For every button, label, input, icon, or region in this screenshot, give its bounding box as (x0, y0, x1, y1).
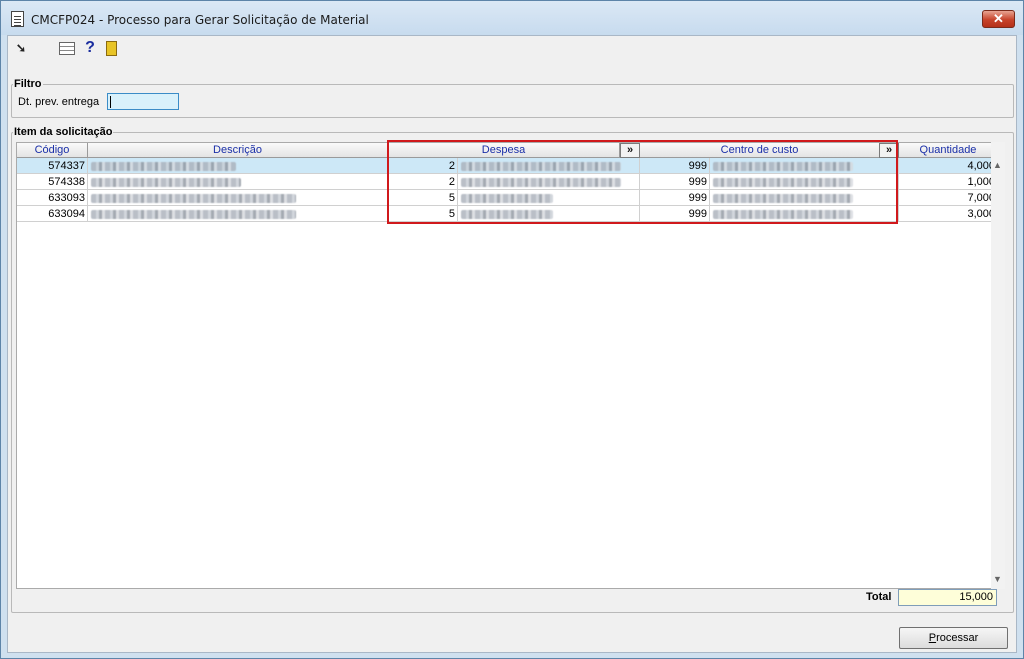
help-icon[interactable]: ? (82, 40, 98, 56)
table-row[interactable]: 633094 5 999 3,000 (17, 206, 998, 222)
cell-codigo: 574337 (17, 158, 88, 174)
text-caret (110, 96, 111, 108)
processar-accelerator: P (928, 632, 937, 644)
exit-icon[interactable] (106, 41, 117, 56)
table-row[interactable]: 574338 2 999 1,000 (17, 174, 998, 190)
client-area: ➘ ? Filtro Dt. prev. entrega Item da sol… (7, 35, 1017, 653)
cell-quantidade: 7,000 (899, 190, 998, 206)
toolbar: ➘ ? (8, 36, 1016, 62)
cell-quantidade: 4,000 (899, 158, 998, 174)
app-window: CMCFP024 - Processo para Gerar Solicitaç… (0, 0, 1024, 659)
cell-centro-code: 999 (640, 190, 710, 206)
cell-codigo: 574338 (17, 174, 88, 190)
processar-label: rocessar (936, 632, 979, 644)
close-button[interactable]: ✕ (982, 10, 1015, 28)
cell-quantidade: 1,000 (899, 174, 998, 190)
cell-despesa-code: 2 (388, 158, 458, 174)
cell-descricao (88, 190, 388, 206)
cell-centro-code: 999 (640, 158, 710, 174)
filtro-legend: Filtro (14, 78, 42, 90)
col-header-despesa[interactable]: Despesa (388, 143, 620, 158)
document-icon (11, 11, 24, 27)
table-row[interactable]: 574337 2 999 4,000 (17, 158, 998, 174)
centro-expand-button[interactable]: » (879, 143, 899, 158)
item-solicitacao-legend: Item da solicitação (14, 126, 113, 138)
scroll-down-icon[interactable]: ▼ (993, 574, 1002, 584)
scroll-up-icon[interactable]: ▲ (993, 160, 1002, 170)
cell-descricao (88, 158, 388, 174)
table-row[interactable]: 633093 5 999 7,000 (17, 190, 998, 206)
cell-centro-desc (710, 190, 899, 206)
cell-centro-desc (710, 206, 899, 222)
cell-despesa-desc (458, 190, 640, 206)
cell-quantidade: 3,000 (899, 206, 998, 222)
cell-despesa-desc (458, 158, 640, 174)
cell-centro-code: 999 (640, 174, 710, 190)
cell-descricao (88, 174, 388, 190)
dt-prev-entrega-input[interactable] (107, 93, 179, 110)
cell-despesa-code: 5 (388, 206, 458, 222)
window-title: CMCFP024 - Processo para Gerar Solicitaç… (31, 13, 369, 27)
grid-icon[interactable] (59, 42, 75, 55)
despesa-expand-button[interactable]: » (620, 143, 640, 158)
cell-centro-code: 999 (640, 206, 710, 222)
cell-codigo: 633093 (17, 190, 88, 206)
col-header-descricao[interactable]: Descrição (88, 143, 388, 158)
cell-codigo: 633094 (17, 206, 88, 222)
col-header-codigo[interactable]: Código (17, 143, 88, 158)
title-bar[interactable]: CMCFP024 - Processo para Gerar Solicitaç… (1, 1, 1023, 35)
total-label: Total (866, 591, 892, 603)
cell-centro-desc (710, 174, 899, 190)
items-grid[interactable]: Código Descrição Despesa » Centro de cus… (16, 142, 999, 589)
cell-centro-desc (710, 158, 899, 174)
col-header-quantidade[interactable]: Quantidade (899, 143, 998, 158)
cell-despesa-code: 2 (388, 174, 458, 190)
cell-descricao (88, 206, 388, 222)
col-header-centro-custo[interactable]: Centro de custo (640, 143, 880, 158)
cell-despesa-code: 5 (388, 190, 458, 206)
processar-button[interactable]: Processar (899, 627, 1008, 649)
dt-prev-entrega-label: Dt. prev. entrega (18, 96, 100, 108)
total-value: 15,000 (898, 589, 997, 606)
cell-despesa-desc (458, 174, 640, 190)
arrow-icon[interactable]: ➘ (13, 40, 29, 56)
cell-despesa-desc (458, 206, 640, 222)
vertical-scrollbar[interactable]: ▲ ▼ (991, 142, 1005, 589)
